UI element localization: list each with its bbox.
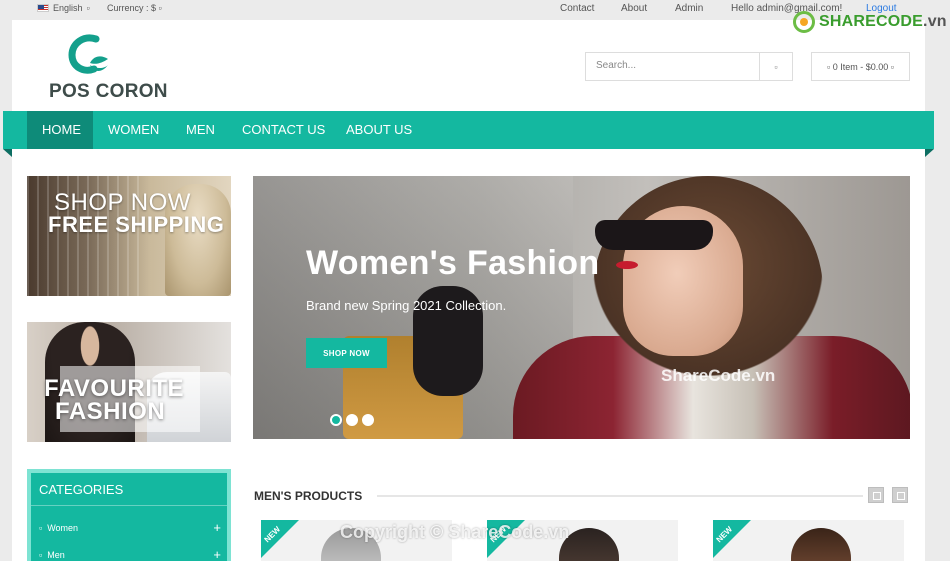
currency-label: Currency : $	[107, 3, 157, 13]
copyright-watermark: Copyright © ShareCode.vn	[340, 522, 570, 542]
slider-dot-2[interactable]	[346, 414, 358, 426]
chevron-down-icon: ▫	[158, 3, 162, 13]
slider-dots	[330, 414, 374, 426]
hero-title: Women's Fashion	[306, 244, 600, 282]
folder-icon: ▫	[39, 550, 48, 560]
search-icon: ▫	[774, 61, 778, 72]
nav-ribbon-fold-right	[925, 149, 934, 157]
section-title-mens-products: MEN'S PRODUCTS	[254, 489, 363, 503]
language-label: English	[53, 3, 83, 13]
new-badge: NEW	[261, 520, 299, 558]
admin-link[interactable]: Admin	[675, 3, 703, 14]
banner-free-shipping[interactable]: SHOP NOW FREE SHIPPING	[27, 176, 231, 296]
shop-now-button[interactable]: SHOP NOW	[306, 338, 387, 368]
chevron-down-icon: ▫	[888, 61, 894, 72]
nav-item-men[interactable]: MEN	[186, 111, 215, 149]
nav-item-home[interactable]: HOME	[27, 111, 93, 149]
currency-selector[interactable]: Currency : $ ▫	[107, 3, 162, 13]
contact-link[interactable]: Contact	[560, 3, 594, 14]
sharecode-watermark-logo: SHARECODE.vn	[793, 11, 947, 33]
banner1-line2: FREE SHIPPING	[48, 212, 225, 237]
hero-slider: Women's Fashion Brand new Spring 2021 Co…	[253, 176, 910, 439]
sunglasses-image	[595, 220, 713, 250]
search-button[interactable]: ▫	[759, 53, 792, 80]
categories-panel: CATEGORIES ▫ Women + ▫ Men +	[27, 469, 231, 561]
us-flag-icon	[37, 4, 49, 12]
category-item-men[interactable]: ▫ Men +	[39, 547, 221, 561]
logo-text[interactable]: POS CORON	[49, 81, 168, 103]
section-divider	[377, 495, 863, 497]
main-nav: HOME WOMEN MEN CONTACT US ABOUT US	[3, 111, 934, 149]
cart-button[interactable]: ▫ 0 Item - $0.00 ▫	[811, 52, 910, 81]
search-input[interactable]	[596, 60, 756, 71]
language-selector[interactable]: English ▫	[37, 3, 90, 13]
search-box: ▫	[585, 52, 793, 81]
category-item-women[interactable]: ▫ Women +	[39, 520, 221, 535]
category-label: Women	[47, 523, 79, 533]
sharecode-logo-text: SHARECODE	[819, 13, 924, 30]
nav-item-women[interactable]: WOMEN	[108, 111, 159, 149]
sharecode-logo-icon	[793, 11, 815, 33]
about-link[interactable]: About	[621, 3, 647, 14]
product-card[interactable]: NEW	[713, 520, 904, 561]
folder-icon: ▫	[39, 523, 48, 533]
expand-plus-icon[interactable]: +	[213, 520, 221, 535]
banner2-line2: FASHION	[55, 398, 166, 425]
chevron-down-icon: ▫	[86, 3, 90, 13]
nav-item-contact-us[interactable]: CONTACT US	[242, 111, 325, 149]
carousel-next-button[interactable]	[892, 487, 908, 503]
slider-dot-1[interactable]	[330, 414, 342, 426]
nav-ribbon-fold-left	[3, 149, 12, 157]
cart-summary: 0 Item - $0.00	[832, 61, 889, 72]
slider-dot-3[interactable]	[362, 414, 374, 426]
sharecode-logo-domain: .vn	[923, 13, 947, 30]
hero-watermark: ShareCode.vn	[661, 366, 776, 385]
product-image	[791, 528, 851, 561]
pos-coron-logo-icon[interactable]	[66, 33, 110, 77]
carousel-prev-button[interactable]	[868, 487, 884, 503]
category-label: Men	[47, 550, 65, 560]
hero-subtitle: Brand new Spring 2021 Collection.	[306, 298, 507, 313]
expand-plus-icon[interactable]: +	[213, 547, 221, 561]
banner-favourite-fashion[interactable]: FAVOURITE FASHION	[27, 322, 231, 442]
nav-item-about-us[interactable]: ABOUT US	[346, 111, 412, 149]
new-badge: NEW	[713, 520, 751, 558]
categories-title: CATEGORIES	[39, 482, 124, 497]
